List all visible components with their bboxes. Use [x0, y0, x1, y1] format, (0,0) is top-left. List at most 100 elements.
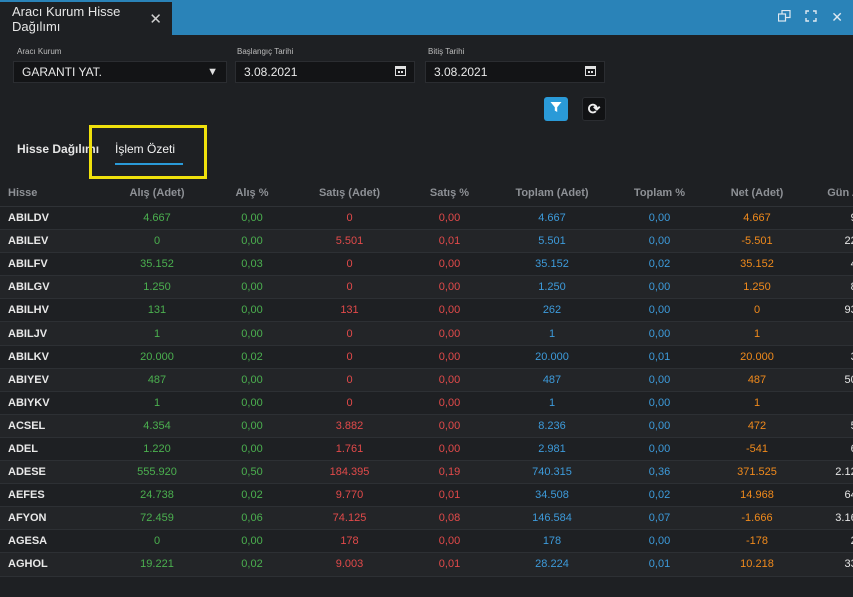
stock-symbol: ABIYKV [0, 391, 102, 415]
table-cell: 0,00 [407, 206, 492, 231]
tab-hisse-dagilimi[interactable]: Hisse Dağılımı [17, 142, 99, 156]
broker-select[interactable]: GARANTI YAT. ▼ [13, 61, 227, 83]
table-row[interactable]: ABILFV35.1520,0300,0035.1520,0235.15246.… [0, 252, 853, 277]
table-cell: 1 [707, 391, 807, 415]
table-cell: 0,00 [407, 414, 492, 438]
table-row[interactable]: ABILHV1310,001310,002620,000932.7 [0, 298, 853, 323]
table-cell: -1.666 [707, 506, 807, 531]
stock-symbol: ADESE [0, 460, 102, 485]
table-row[interactable]: ABIYEV4870,0000,004870,00487502.6 [0, 368, 853, 392]
table-row[interactable]: ABILGV1.2500,0000,001.2500,001.25088.0 [0, 275, 853, 300]
column-header[interactable]: Hisse [0, 179, 102, 207]
tab-close-icon[interactable]: ✕ [149, 10, 162, 28]
stock-symbol: ABILKV [0, 345, 102, 369]
table-cell: 8.236 [492, 414, 612, 438]
table-cell: 72.459 [102, 506, 212, 531]
table-cell: 96.7 [807, 206, 853, 231]
table-row[interactable]: AEFES 24.738 0,02 9.770 0,01 34.508 0,02 14.968… [0, 483, 853, 508]
table-cell: 28.224 [492, 552, 612, 577]
column-header[interactable]: Toplam % [612, 179, 707, 207]
window-tab[interactable]: Aracı Kurum Hisse Dağılımı ✕ [0, 0, 172, 35]
table-row[interactable]: ABILEV00,005.5010,015.5010,00-5.501220.1 [0, 229, 853, 254]
table-cell: 0,00 [212, 529, 292, 554]
table-row[interactable]: ABIYKV 1 0,00 0 0,00 1 0,00 1 [0, 391, 853, 415]
table-cell: 1 [707, 321, 807, 346]
table-cell: 4.667 [492, 206, 612, 231]
column-header[interactable]: Satış (Adet) [292, 179, 407, 207]
calendar-icon[interactable] [395, 65, 406, 79]
table-cell: 0,00 [612, 298, 707, 323]
table-cell: 0,00 [407, 529, 492, 554]
table-row[interactable]: ABILKV20.0000,0200,0020.0000,0120.00030.… [0, 345, 853, 369]
subtab-bar: Hisse Dağılımı İşlem Özeti [0, 128, 853, 168]
table-cell: 14.968 [707, 483, 807, 508]
table-cell: 0,00 [212, 275, 292, 300]
table-row[interactable]: ABILDV4.6670,0000,004.6670,004.66796.7 [0, 206, 853, 231]
table-cell: 487 [102, 368, 212, 392]
table-cell: 4.2 [807, 321, 853, 346]
column-header[interactable]: Net (Adet) [707, 179, 807, 207]
broker-label: Aracı Kurum [17, 47, 62, 56]
filter-button[interactable] [544, 97, 568, 121]
tab-islem-ozeti[interactable]: İşlem Özeti [115, 142, 175, 156]
table-cell: 0,19 [407, 460, 492, 485]
table-row[interactable]: ADESE 555.920 0,50 184.395 0,19 740.315 0,36 37… [0, 460, 853, 485]
table-cell: 53.2 [807, 414, 853, 438]
stock-symbol: AFYON [0, 506, 102, 531]
stock-symbol: AGHOL [0, 552, 102, 577]
fullscreen-icon[interactable] [805, 10, 817, 25]
window-close-icon[interactable]: ✕ [831, 9, 843, 26]
column-header[interactable]: Toplam (Adet) [492, 179, 612, 207]
stock-symbol: ADEL [0, 437, 102, 462]
column-header[interactable]: Gün A [807, 179, 853, 207]
calendar-icon[interactable] [585, 65, 596, 79]
table-row[interactable]: AFYON 72.459 0,06 74.125 0,08 146.584 0,07 -1.6… [0, 506, 853, 531]
table-cell: 3.161.5 [807, 506, 853, 531]
table-row[interactable]: AGESA00,001780,001780,00-17822.7 [0, 529, 853, 554]
trade-summary-table: Hisse Alış (Adet) Alış % Satış (Adet) Satış … [0, 179, 853, 577]
table-row[interactable]: ACSEL4.3540,003.8820,008.2360,0047253.2 [0, 414, 853, 438]
stock-symbol: ABILJV [0, 321, 102, 346]
table-cell: 131 [292, 298, 407, 323]
start-date-field[interactable]: 3.08.2021 [235, 61, 415, 83]
end-date-field[interactable]: 3.08.2021 [425, 61, 605, 83]
column-header[interactable]: Alış (Adet) [102, 179, 212, 207]
table-cell: 4.667 [707, 206, 807, 231]
stock-symbol: AEFES [0, 483, 102, 508]
table-cell: 34.508 [492, 483, 612, 508]
table-cell: 502.6 [807, 368, 853, 392]
table-row[interactable]: AGHOL 19.221 0,02 9.003 0,01 28.224 0,01 10.218… [0, 552, 853, 577]
table-cell: 0,00 [407, 252, 492, 277]
table-cell: 2.120.7 [807, 460, 853, 485]
data-grid: Hisse Alış (Adet) Alış % Satış (Adet) Satış … [0, 179, 853, 577]
restore-window-icon[interactable] [778, 9, 791, 25]
stock-symbol: ABILHV [0, 298, 102, 323]
table-cell: 1 [492, 391, 612, 415]
table-row[interactable]: ABILJV10,0000,0010,0014.2 [0, 321, 853, 346]
table-cell: 0 [292, 206, 407, 231]
table-cell: 1.220 [102, 437, 212, 462]
table-cell: 0 [292, 391, 407, 415]
table-cell: 0,00 [407, 345, 492, 369]
table-cell: 932.7 [807, 298, 853, 323]
column-header[interactable]: Satış % [407, 179, 492, 207]
table-cell: 487 [492, 368, 612, 392]
start-date-value: 3.08.2021 [244, 65, 298, 79]
table-cell: 24.738 [102, 483, 212, 508]
table-cell: 0,50 [212, 460, 292, 485]
table-cell: 0 [292, 321, 407, 346]
column-header[interactable]: Alış % [212, 179, 292, 207]
table-cell: 0 [102, 529, 212, 554]
table-cell: 371.525 [707, 460, 807, 485]
table-cell: 184.395 [292, 460, 407, 485]
table-cell: 0,00 [407, 298, 492, 323]
start-date-label: Başlangıç Tarihi [237, 47, 294, 56]
table-cell: 0,03 [212, 252, 292, 277]
table-cell: 20.000 [102, 345, 212, 369]
table-row[interactable]: ADEL1.2200,001.7610,002.9810,00-54169.3 [0, 437, 853, 462]
table-cell: 0,01 [407, 229, 492, 254]
table-cell: 74.125 [292, 506, 407, 531]
table-cell: 0 [292, 252, 407, 277]
table-cell: 0,00 [612, 368, 707, 392]
refresh-button[interactable]: ⟳ [582, 97, 606, 121]
